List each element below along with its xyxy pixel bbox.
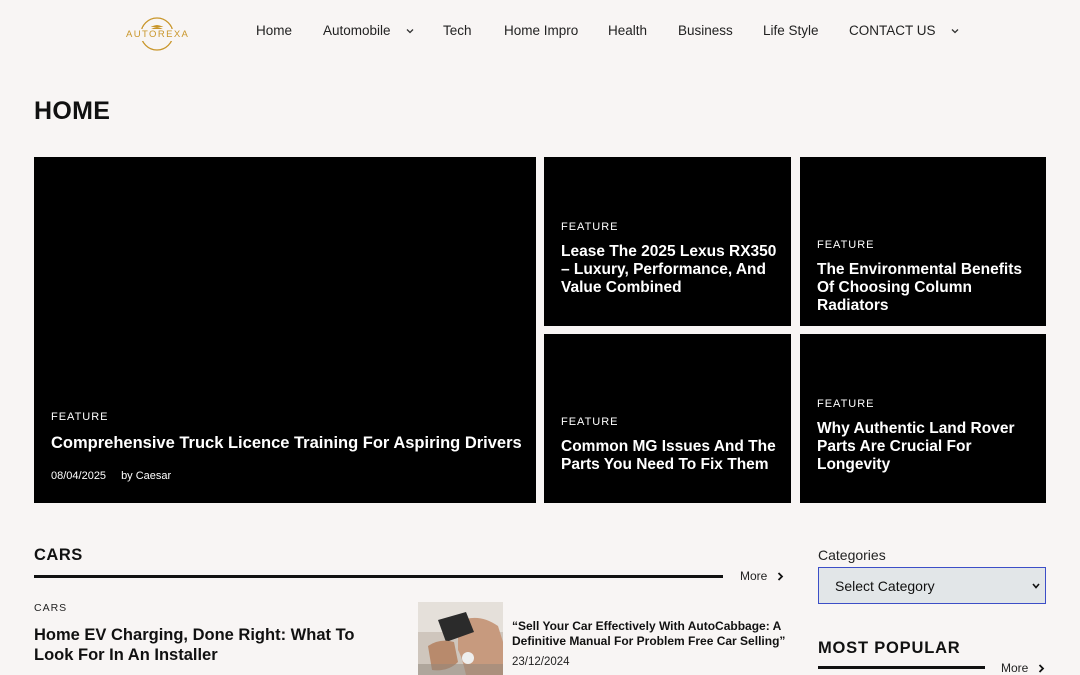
post-date: 08/04/2025	[51, 470, 107, 482]
post-thumbnail[interactable]	[418, 602, 503, 675]
chevron-down-icon	[951, 28, 958, 33]
nav-item-contact-us[interactable]: CONTACT US	[849, 23, 960, 38]
feature-card[interactable]: FEATURE Common MG Issues And The Parts Y…	[544, 334, 791, 503]
feature-card[interactable]: FEATURE The Environmental Benefits Of Ch…	[800, 157, 1046, 326]
post-date: 23/12/2024	[512, 656, 570, 668]
nav-item-tech[interactable]: Tech	[443, 23, 472, 38]
post-title[interactable]: Home EV Charging, Done Right: What To Lo…	[34, 625, 394, 665]
feature-category: FEATURE	[51, 411, 109, 423]
feature-category: FEATURE	[561, 221, 619, 233]
chevron-down-icon	[406, 28, 414, 33]
most-popular-more-link[interactable]: More	[1001, 661, 1045, 675]
nav-item-home-impro[interactable]: Home Impro	[504, 23, 578, 38]
post-category[interactable]: CARS	[34, 602, 67, 614]
feature-card-large[interactable]: FEATURE Comprehensive Truck Licence Trai…	[34, 157, 536, 503]
section-title-most-popular: MOST POPULAR	[818, 639, 961, 657]
nav-item-life-style[interactable]: Life Style	[763, 23, 819, 38]
chevron-right-icon	[1039, 663, 1045, 673]
feature-title[interactable]: Common MG Issues And The Parts You Need …	[561, 438, 777, 474]
nav-item-automobile[interactable]: Automobile	[323, 23, 415, 38]
feature-category: FEATURE	[817, 239, 875, 251]
section-title-cars: CARS	[34, 546, 83, 564]
feature-title[interactable]: The Environmental Benefits Of Choosing C…	[817, 261, 1032, 315]
site-header: AUTOREXA Home Automobile Tech Home Impro…	[0, 0, 1080, 64]
feature-title[interactable]: Comprehensive Truck Licence Training For…	[51, 434, 522, 452]
feature-card[interactable]: FEATURE Lease The 2025 Lexus RX350 – Lux…	[544, 157, 791, 326]
feature-card[interactable]: FEATURE Why Authentic Land Rover Parts A…	[800, 334, 1046, 503]
cars-more-link[interactable]: More	[740, 569, 784, 583]
post-author[interactable]: by Caesar	[121, 470, 171, 482]
feature-title[interactable]: Lease The 2025 Lexus RX350 – Luxury, Per…	[561, 243, 777, 297]
site-logo[interactable]: AUTOREXA	[124, 12, 190, 54]
nav-item-home[interactable]: Home	[256, 23, 292, 38]
logo-wordmark: AUTOREXA	[126, 29, 190, 41]
page-title: HOME	[34, 97, 111, 125]
chevron-right-icon	[778, 571, 784, 581]
feature-category: FEATURE	[817, 398, 875, 410]
post-title[interactable]: “Sell Your Car Effectively With AutoCabb…	[512, 619, 792, 649]
section-divider	[818, 666, 985, 669]
categories-label: Categories	[818, 547, 886, 563]
category-select[interactable]: Select Category	[818, 567, 1046, 604]
chevron-down-icon	[1032, 583, 1040, 589]
nav-item-health[interactable]: Health	[608, 23, 647, 38]
feature-category: FEATURE	[561, 416, 619, 428]
feature-title[interactable]: Why Authentic Land Rover Parts Are Cruci…	[817, 420, 1032, 474]
section-divider	[34, 575, 723, 578]
feature-meta: 08/04/2025 by Caesar	[51, 470, 171, 482]
nav-item-business[interactable]: Business	[678, 23, 733, 38]
